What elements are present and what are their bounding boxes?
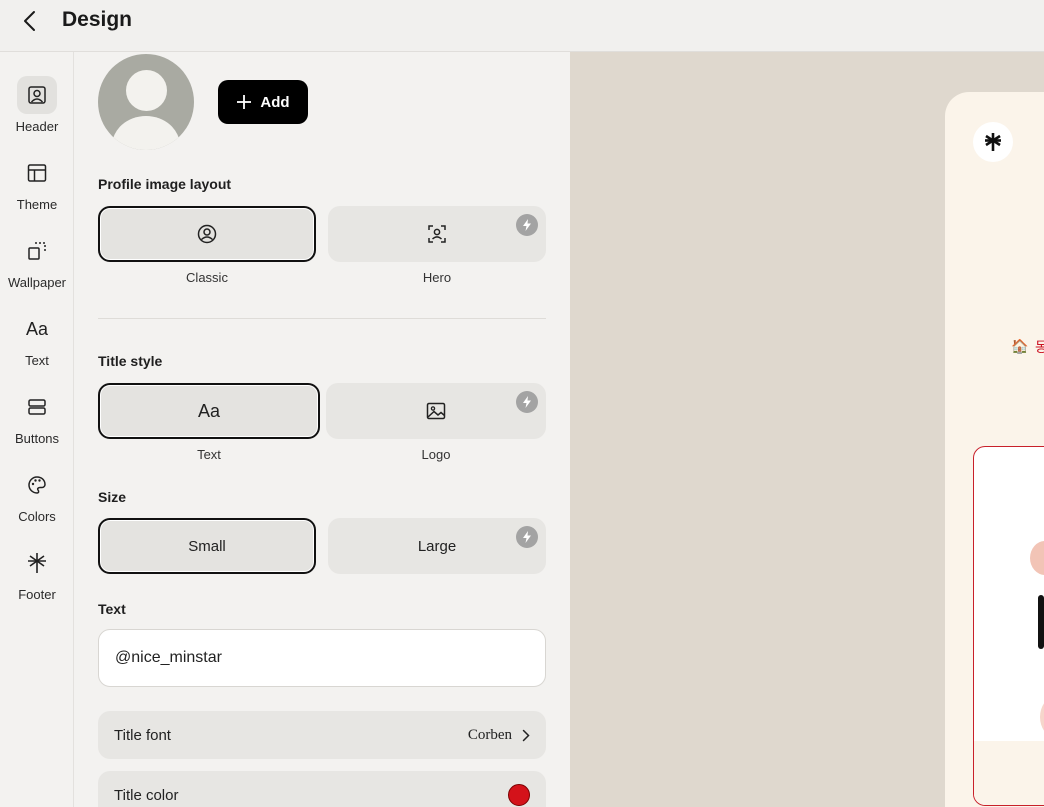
layout-hero-option[interactable] [328, 206, 546, 262]
title-text-input[interactable] [98, 629, 546, 687]
title-font-label: Title font [114, 726, 171, 744]
nav-label: Buttons [14, 431, 60, 446]
title-style-logo-caption: Logo [421, 447, 451, 462]
linktree-logo-icon [973, 122, 1013, 162]
theme-icon [17, 154, 57, 192]
divider [98, 318, 546, 319]
text-icon: Aa [197, 400, 221, 421]
nav-label: Theme [16, 197, 58, 212]
title-style-logo-option[interactable] [326, 383, 546, 439]
nav-item-footer[interactable]: Footer [0, 544, 74, 614]
size-label: Size [98, 489, 127, 505]
preview-card-footer [974, 741, 1044, 805]
chevron-right-icon [522, 729, 530, 741]
phone-preview: 🏠 동 [945, 92, 1044, 807]
chevron-left-icon [24, 11, 35, 31]
title-style-text-option[interactable]: Aa [98, 383, 320, 439]
nav-item-wallpaper[interactable]: Wallpaper [0, 232, 74, 302]
preview-shape [1030, 541, 1044, 575]
size-small-label: Small [188, 537, 226, 555]
avatar-body [112, 116, 180, 150]
house-emoji: 🏠 [1011, 338, 1029, 354]
bolt-icon [516, 391, 538, 413]
title-color-label: Title color [114, 786, 179, 804]
settings-panel: Add Profile image layout Classic Hero Ti… [74, 52, 570, 807]
size-large-label: Large [417, 537, 457, 555]
plus-icon [236, 94, 252, 110]
preview-card[interactable] [973, 446, 1044, 806]
footer-icon [17, 544, 57, 582]
size-large-option[interactable]: Large [328, 518, 546, 574]
top-bar: Design [0, 0, 1044, 52]
nav-label: Wallpaper [7, 275, 67, 290]
profile-layout-label: Profile image layout [98, 176, 232, 192]
nav-item-buttons[interactable]: Buttons [0, 388, 74, 458]
user-focus-icon [428, 225, 446, 243]
bolt-icon [516, 526, 538, 548]
user-circle-icon [197, 224, 217, 244]
wallpaper-icon [17, 232, 57, 270]
text-label: Text [98, 601, 126, 617]
image-icon [426, 402, 446, 420]
nav-item-header[interactable]: Header [0, 76, 74, 146]
layout-classic-option[interactable] [98, 206, 316, 262]
title-style-text-caption: Text [197, 447, 221, 462]
back-button[interactable] [14, 6, 44, 36]
title-color-swatch[interactable] [508, 784, 530, 806]
left-nav: Header Theme Wallpaper Aa Text Buttons C… [0, 52, 74, 807]
nav-label: Header [15, 119, 59, 134]
nav-item-theme[interactable]: Theme [0, 154, 74, 224]
nav-item-text[interactable]: Aa Text [0, 310, 74, 380]
avatar-head [126, 70, 167, 111]
preview-bio-text: 동 [1035, 339, 1044, 355]
avatar[interactable] [98, 54, 194, 150]
title-color-row[interactable]: Title color [98, 771, 546, 807]
preview-shape [1038, 595, 1044, 649]
page-title: Design [62, 8, 133, 31]
preview-shape [1040, 697, 1044, 737]
layout-classic-caption: Classic [186, 270, 228, 285]
nav-label: Footer [18, 587, 56, 602]
buttons-icon [17, 388, 57, 426]
preview-pane: 🏠 동 [570, 52, 1044, 807]
title-style-label: Title style [98, 353, 163, 369]
text-icon: Aa [25, 318, 49, 339]
layout-hero-caption: Hero [422, 270, 452, 285]
size-small-option[interactable]: Small [98, 518, 316, 574]
add-button[interactable]: Add [218, 80, 308, 124]
add-button-label: Add [260, 93, 290, 111]
title-font-row[interactable]: Title font Corben [98, 711, 546, 759]
palette-icon [17, 466, 57, 504]
title-font-value: Corben [467, 726, 512, 743]
bolt-icon [516, 214, 538, 236]
header-icon [17, 76, 57, 114]
nav-item-colors[interactable]: Colors [0, 466, 74, 536]
nav-label: Text [25, 353, 49, 368]
nav-label: Colors [18, 509, 56, 524]
